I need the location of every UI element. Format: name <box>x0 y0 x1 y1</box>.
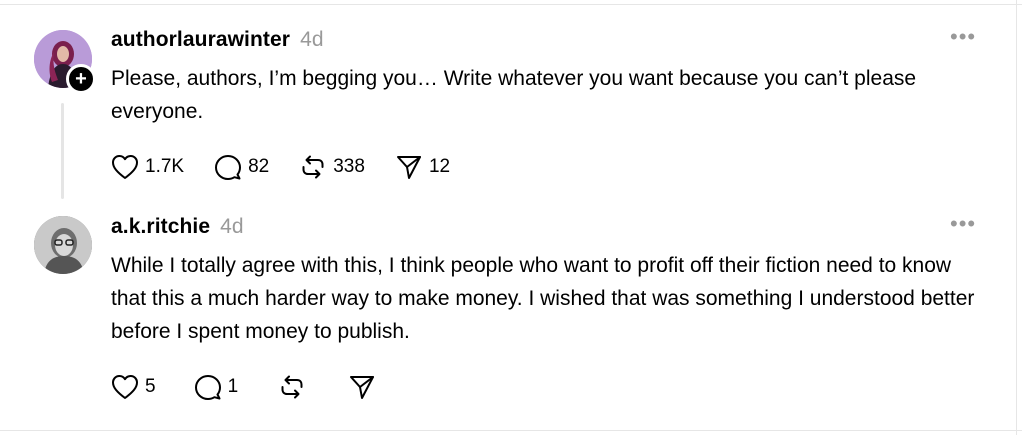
bottom-divider <box>0 430 1022 431</box>
heart-icon <box>111 154 139 180</box>
comment-icon <box>214 154 242 180</box>
repost-button[interactable] <box>278 374 306 400</box>
like-count: 5 <box>145 376 156 397</box>
like-count: 1.7K <box>145 156 185 177</box>
like-button[interactable]: 1.7K <box>111 154 184 180</box>
repost-button[interactable]: 338 <box>299 154 365 180</box>
post-time: 4d <box>300 28 324 51</box>
share-button[interactable]: 12 <box>395 154 450 180</box>
like-button[interactable]: 5 <box>111 374 156 400</box>
thread-line <box>61 103 64 199</box>
post-text: While I totally agree with this, I think… <box>111 254 975 343</box>
action-bar: 1.7K 82 338 12 <box>111 152 480 182</box>
username[interactable]: a.k.ritchie 4d <box>111 215 244 239</box>
reply-count: 1 <box>227 376 239 397</box>
post-time: 4d <box>220 215 244 238</box>
share-count: 12 <box>428 156 451 177</box>
repost-icon <box>299 154 327 180</box>
right-divider <box>1016 0 1017 435</box>
username[interactable]: authorlaurawinter 4d <box>111 28 324 52</box>
share-button[interactable] <box>348 374 376 400</box>
post-item: + authorlaurawinter 4d ••• Please, author… <box>0 0 1010 200</box>
post-text: Please, authors, I’m begging you… Write … <box>111 67 917 123</box>
more-options-button[interactable]: ••• <box>950 26 976 48</box>
post-item: a.k.ritchie 4d ••• While I totally agree … <box>0 200 1010 430</box>
avatar[interactable] <box>34 216 92 274</box>
action-bar: 5 1 <box>111 372 406 402</box>
more-options-button[interactable]: ••• <box>950 213 976 235</box>
send-icon <box>348 374 376 400</box>
repost-icon <box>278 374 306 400</box>
heart-icon <box>111 374 139 400</box>
comment-icon <box>194 374 222 400</box>
reply-count: 82 <box>248 156 270 177</box>
reply-button[interactable]: 82 <box>214 154 269 180</box>
send-icon <box>395 154 423 180</box>
reply-button[interactable]: 1 <box>194 374 239 400</box>
follow-button[interactable]: + <box>66 64 96 94</box>
repost-count: 338 <box>333 156 365 177</box>
